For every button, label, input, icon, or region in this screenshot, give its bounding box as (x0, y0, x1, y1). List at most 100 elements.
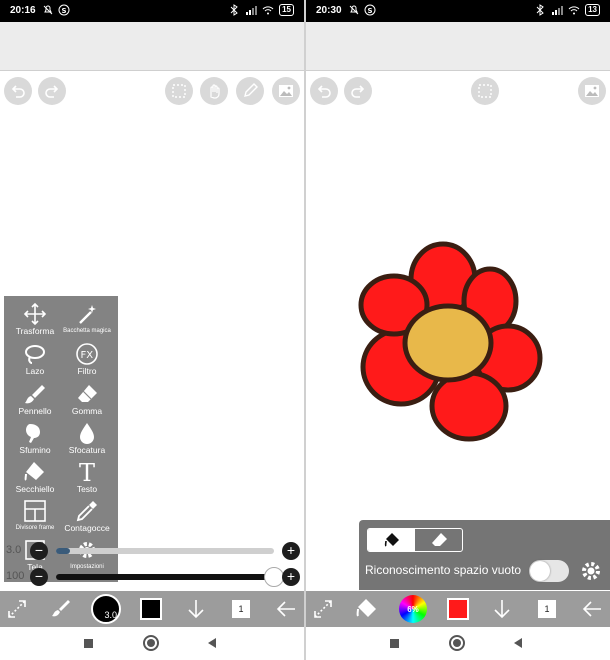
tool-lasso[interactable]: Lazo (7, 342, 63, 380)
image-button[interactable] (578, 77, 606, 105)
smudge-icon (26, 424, 40, 443)
wifi-icon (568, 6, 580, 15)
fill-mode-eraser[interactable] (415, 529, 462, 551)
brush-size-button[interactable]: 3.0 (90, 594, 122, 624)
drawing-canvas[interactable] (306, 71, 610, 591)
back-nav-button[interactable] (514, 638, 522, 648)
opacity-knob[interactable] (264, 567, 284, 587)
magic-wand-icon (79, 305, 96, 324)
bottom-toolbar: 3.0 1 (0, 591, 304, 627)
tool-text[interactable]: T Testo (59, 460, 115, 498)
brush-icon (52, 600, 70, 617)
mute-bell-icon (43, 5, 53, 15)
gap-detection-toggle[interactable] (529, 560, 569, 582)
flower-drawing (358, 241, 543, 442)
arrow-left-icon (276, 601, 295, 617)
brush-size-value: 3.0 (6, 544, 22, 556)
opacity-plus-button[interactable]: + (282, 568, 300, 586)
transform-layers-button[interactable] (310, 594, 336, 624)
system-nav-bar (306, 627, 610, 660)
redo-button[interactable] (344, 77, 372, 105)
hue-wheel-icon: 6% (399, 595, 427, 623)
transform-arrows-icon (314, 600, 332, 618)
tool-pen[interactable]: Pennello (7, 382, 63, 420)
home-nav-button[interactable] (143, 635, 159, 651)
recents-nav-button[interactable] (84, 639, 93, 648)
undo-icon (317, 85, 331, 98)
back-nav-button[interactable] (208, 638, 216, 648)
brush-size-plus-button[interactable]: + (282, 542, 300, 560)
status-time: 20:16 (10, 5, 36, 16)
left-screen: 20:16 S 15 Trasforma Bacchetta magica La… (0, 0, 304, 660)
tool-bucket[interactable]: Secchiello (7, 460, 63, 498)
redo-button[interactable] (38, 77, 66, 105)
back-button[interactable] (272, 594, 300, 624)
eyedropper-icon (76, 501, 97, 522)
wifi-icon (262, 6, 274, 15)
pencil-button[interactable] (236, 77, 264, 105)
color-button[interactable] (445, 594, 471, 624)
tool-eyedropper[interactable]: Contagocce (59, 499, 115, 537)
svg-text:S: S (62, 7, 67, 15)
hand-icon (210, 84, 220, 99)
fx-icon: FX (76, 343, 98, 365)
home-nav-button[interactable] (449, 635, 465, 651)
bluetooth-icon (230, 4, 238, 16)
right-screen: 20:30 S 13 Riconoscimento spazio vuoto 6… (306, 0, 610, 660)
tool-filter[interactable]: FX Filtro (59, 342, 115, 380)
bottom-toolbar: 6% 1 (306, 591, 610, 627)
arrow-left-icon (582, 601, 601, 617)
brush-size-track[interactable] (56, 548, 274, 554)
fill-mode-bucket[interactable] (368, 529, 415, 551)
svg-text:S: S (368, 7, 373, 15)
opacity-value: 100 (6, 570, 25, 582)
color-button[interactable] (138, 594, 164, 624)
move-down-button[interactable] (489, 594, 515, 624)
tool-magic-wand[interactable]: Bacchetta magica (59, 302, 115, 340)
hue-button[interactable]: 6% (398, 594, 428, 624)
brush-size-fill (56, 548, 70, 554)
back-button[interactable] (578, 594, 606, 624)
battery-indicator: 13 (585, 4, 600, 16)
move-down-button[interactable] (183, 594, 209, 624)
transform-layers-button[interactable] (4, 594, 30, 624)
selection-icon (172, 84, 186, 98)
tool-frame-divider[interactable]: Divisore frame (7, 499, 63, 537)
hand-button[interactable] (200, 77, 228, 105)
brush-size-minus-button[interactable]: − (30, 542, 48, 560)
layers-button[interactable]: 1 (534, 594, 560, 624)
undo-button[interactable] (4, 77, 32, 105)
selection-button[interactable] (471, 77, 499, 105)
tool-blur[interactable]: Sfocatura (59, 421, 115, 459)
layers-button[interactable]: 1 (228, 594, 254, 624)
opacity-slider: 100 − + (0, 566, 304, 588)
brush-size-slider: 3.0 − + (0, 540, 304, 562)
opacity-minus-button[interactable]: − (30, 568, 48, 586)
image-button[interactable] (272, 77, 300, 105)
recents-nav-button[interactable] (390, 639, 399, 648)
layer-count: 1 (538, 600, 556, 618)
gear-icon[interactable] (579, 559, 603, 583)
gap-detection-label: Riconoscimento spazio vuoto (365, 563, 522, 577)
svg-text:T: T (79, 460, 95, 484)
fill-settings-panel: Riconoscimento spazio vuoto (359, 520, 610, 590)
selection-button[interactable] (165, 77, 193, 105)
current-color-swatch (447, 598, 469, 620)
undo-icon (11, 85, 25, 98)
signal-icon (552, 6, 564, 15)
layer-count: 1 (232, 600, 250, 618)
tool-eraser[interactable]: Gomma (59, 382, 115, 420)
text-icon: T (79, 460, 95, 484)
selection-icon (478, 84, 492, 98)
opacity-track[interactable] (56, 567, 284, 587)
bucket-icon (384, 533, 399, 547)
brush-tool-button[interactable] (46, 594, 76, 624)
undo-button[interactable] (310, 77, 338, 105)
arrow-down-icon (494, 600, 510, 619)
app-header (0, 22, 304, 71)
tool-transform[interactable]: Trasforma (7, 302, 63, 340)
tool-smudge[interactable]: Sfumino (7, 421, 63, 459)
bucket-tool-button[interactable] (352, 594, 382, 624)
shazam-icon: S (364, 4, 376, 16)
move-arrows-icon (23, 302, 47, 326)
